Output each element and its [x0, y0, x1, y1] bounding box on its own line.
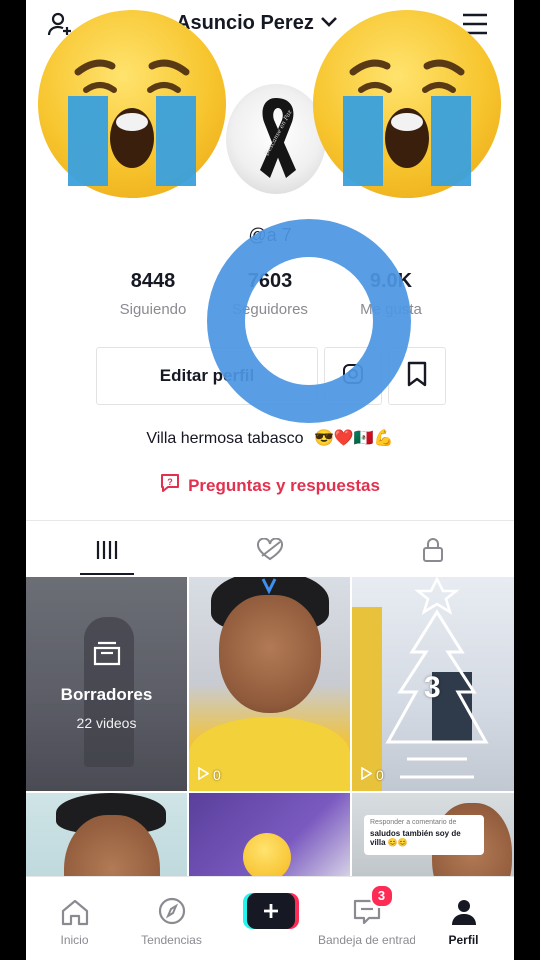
question-bubble-icon: ?: [160, 473, 180, 498]
avatar[interactable]: Descanse en Paz: [226, 84, 326, 194]
mourning-ribbon-icon: Descanse en Paz: [260, 98, 296, 178]
qa-link[interactable]: ? Preguntas y respuestas: [26, 473, 514, 498]
countdown-number: 3: [424, 671, 441, 704]
tab-indicator: [80, 573, 134, 575]
following-count: 8448: [130, 270, 176, 292]
loudly-crying-face-icon: [343, 59, 471, 186]
nav-discover-label: Tendencias: [141, 933, 202, 947]
bottom-nav: Inicio Tendencias 3 Bandeja de entrada P…: [26, 876, 514, 960]
drafts-count: 22 videos: [76, 715, 137, 731]
nav-create[interactable]: [222, 877, 319, 947]
loudly-crying-face-icon: [68, 59, 196, 186]
play-count: 0: [360, 766, 384, 783]
sticker-title: Responder a comentario de: [370, 819, 457, 826]
video-face: [219, 595, 321, 713]
drafts-overlay: [26, 577, 187, 791]
app-screen: Asuncio Perez Descanse en Paz @a 7 8448 …: [26, 0, 514, 960]
crying-emoji-left: [38, 10, 226, 198]
loading-ring-overlay: [207, 219, 411, 423]
drafts-tile[interactable]: Borradores 22 videos: [26, 577, 187, 791]
nav-home-label: Inicio: [60, 933, 89, 947]
crying-emoji-right: [313, 10, 501, 198]
liked-heart-icon: [255, 537, 285, 567]
nav-discover[interactable]: Tendencias: [123, 877, 220, 947]
tab-liked[interactable]: [189, 528, 351, 576]
play-icon: [360, 766, 373, 783]
comment-reply-sticker: Responder a comentario de saludos tambié…: [364, 815, 484, 855]
grid-icon: [95, 538, 119, 567]
sticker-text: saludos también soy de villa 😊😊: [370, 829, 461, 847]
sweat-smile-emoji: [243, 833, 291, 881]
play-count-value: 0: [376, 767, 384, 783]
inbox-icon-wrap: 3: [352, 884, 394, 929]
bio-location: Villa hermosa tabasco: [146, 430, 304, 447]
nav-inbox[interactable]: 3 Bandeja de entrada: [318, 877, 415, 947]
bio-text: Villa hermosa tabasco 😎❤️🇲🇽💪: [26, 428, 514, 448]
profile-icon: [451, 898, 477, 929]
lock-icon: [421, 537, 445, 568]
qa-label: Preguntas y respuestas: [188, 475, 380, 495]
tab-videos[interactable]: [26, 528, 188, 576]
stat-following[interactable]: 8448 Siguiendo: [88, 270, 218, 318]
divider: [26, 520, 514, 521]
bio-emojis: 😎❤️🇲🇽💪: [313, 430, 394, 447]
video-tile[interactable]: 3 0: [352, 577, 514, 791]
pin-icon: [261, 577, 277, 595]
following-label: Siguiendo: [119, 301, 187, 318]
play-count-value: 0: [213, 767, 221, 783]
nav-profile[interactable]: Perfil: [415, 877, 512, 947]
tab-private[interactable]: [352, 528, 514, 576]
play-count: 0: [197, 766, 221, 783]
drafts-title: Borradores: [60, 685, 153, 704]
svg-text:?: ?: [167, 477, 173, 487]
create-button: [242, 893, 299, 931]
inbox-badge: 3: [369, 884, 394, 908]
home-icon: [60, 898, 90, 929]
compass-icon: [157, 896, 187, 929]
video-tile[interactable]: 0: [189, 577, 350, 791]
drafts-icon: [92, 640, 122, 671]
play-icon: [197, 766, 210, 783]
bookmark-icon: [406, 361, 428, 392]
inbox-icon: [352, 899, 382, 929]
nav-inbox-label: Bandeja de entrada: [318, 933, 415, 947]
nav-profile-label: Perfil: [448, 933, 479, 947]
plus-icon: [246, 893, 295, 929]
nav-home[interactable]: Inicio: [26, 877, 123, 947]
